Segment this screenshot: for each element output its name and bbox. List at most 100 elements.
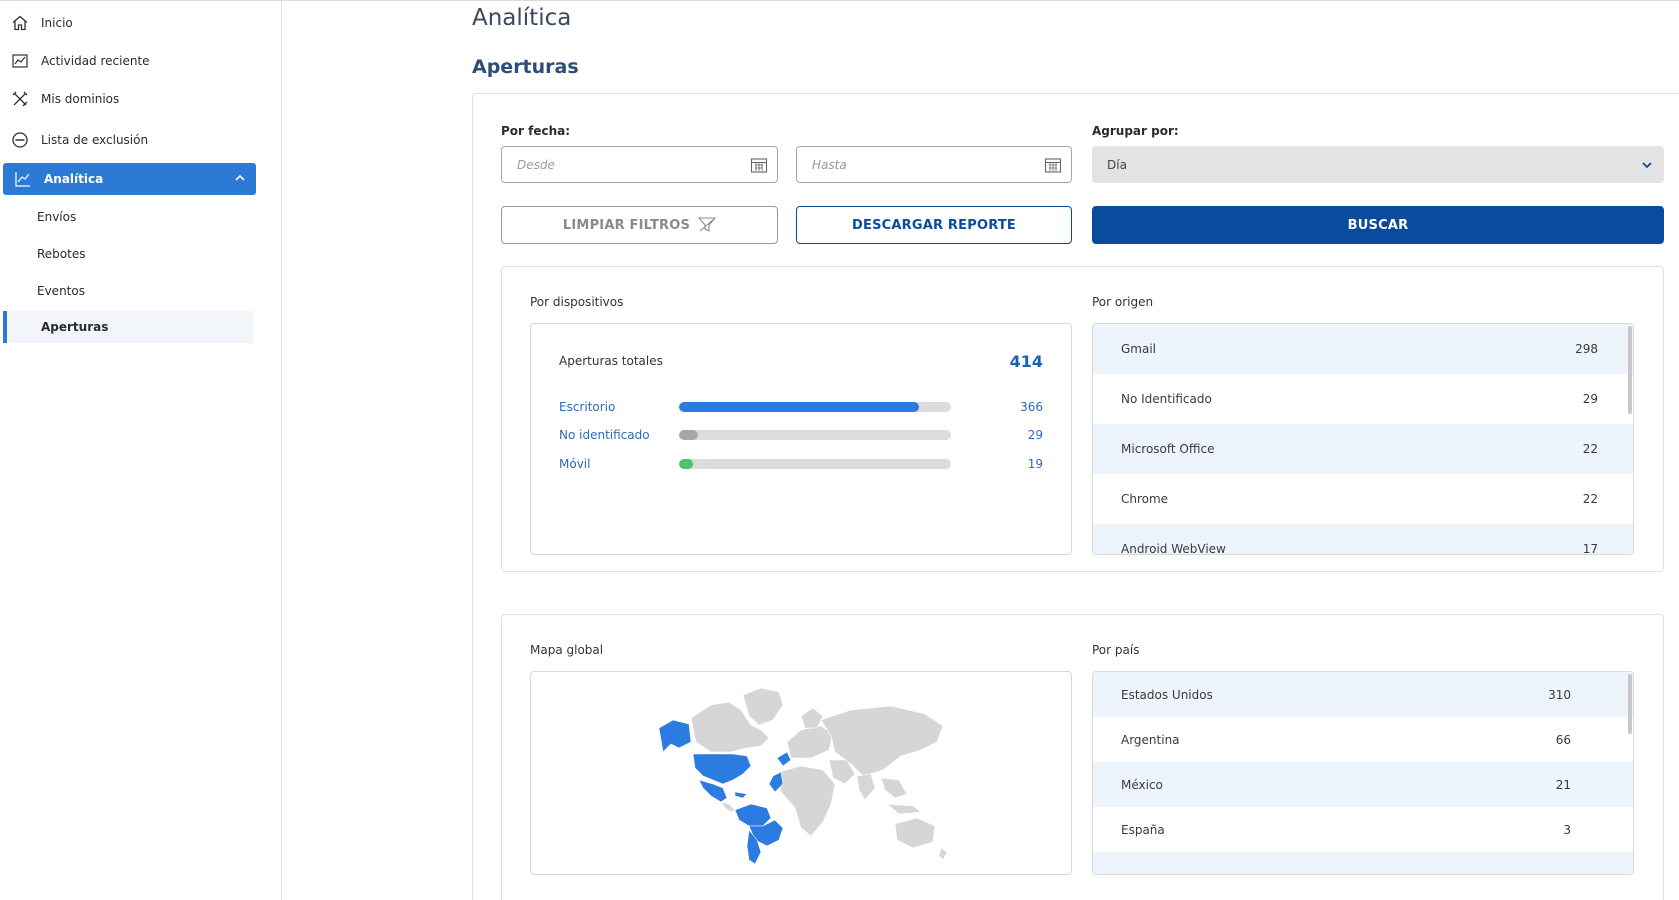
devices-box: Aperturas totales 414 Escritorio 366 No …: [530, 323, 1072, 555]
group-by-select[interactable]: Día: [1092, 146, 1664, 183]
map-region-new-zealand: [938, 847, 948, 861]
map-region-greenland: [742, 687, 784, 726]
list-item: Estados Unidos 310: [1093, 672, 1633, 717]
sidebar-item-exclusion[interactable]: Lista de exclusión: [0, 124, 253, 156]
origin-name: Chrome: [1121, 492, 1169, 506]
chevron-up-icon[interactable]: [234, 172, 246, 187]
device-name: Escritorio: [559, 400, 616, 414]
country-value: 66: [1555, 732, 1571, 747]
calendar-icon[interactable]: [750, 156, 768, 177]
country-list[interactable]: Estados Unidos 310 Argentina 66 México 21 E…: [1092, 671, 1634, 875]
origin-value: 298: [1575, 342, 1598, 356]
devices-origin-card: Por dispositivos Aperturas totales 414 E…: [501, 266, 1664, 572]
origin-value: 17: [1582, 542, 1598, 555]
sidebar-subitem-rebotes[interactable]: Rebotes: [3, 238, 253, 270]
origin-name: Microsoft Office: [1121, 442, 1215, 456]
list-item: Microsoft Office 22: [1093, 424, 1633, 474]
origin-value: 22: [1582, 492, 1598, 506]
sidebar-item-analitica[interactable]: Analítica: [3, 163, 256, 195]
list-item: Argentina 66: [1093, 717, 1633, 762]
world-map[interactable]: [651, 680, 951, 870]
group-by-value: Día: [1107, 157, 1127, 172]
device-bar-track: [679, 402, 951, 412]
country-name: España: [1121, 822, 1165, 837]
sidebar-item-actividad[interactable]: Actividad reciente: [0, 45, 253, 77]
sidebar-item-dominios[interactable]: Mis dominios: [0, 83, 253, 115]
map-region-caribbean: [734, 791, 748, 799]
origin-name: No Identificado: [1121, 392, 1212, 406]
map-region-australia: [894, 817, 936, 849]
map-box: [530, 671, 1072, 875]
map-region-southeast-asia: [880, 777, 908, 799]
home-icon: [9, 12, 31, 34]
device-name: No identificado: [559, 428, 650, 442]
device-bar-fill: [679, 402, 920, 412]
sidebar-item-label: Analítica: [44, 172, 104, 186]
sidebar-subitem-label: Aperturas: [41, 320, 109, 334]
map-region-alaska: [658, 719, 692, 753]
map-region-africa: [778, 765, 836, 837]
sidebar-subitem-eventos[interactable]: Eventos: [3, 275, 253, 307]
total-opens-value: 414: [1009, 352, 1043, 371]
search-label: BUSCAR: [1347, 217, 1409, 233]
device-value: 366: [1020, 400, 1043, 414]
device-bar-track: [679, 459, 951, 469]
block-icon: [9, 129, 31, 151]
page-title: Analítica: [472, 5, 572, 31]
country-value: 21: [1555, 777, 1571, 792]
device-row: No identificado 29: [559, 425, 1043, 445]
activity-icon: [9, 50, 31, 72]
list-item: No Identificado 29: [1093, 374, 1633, 424]
country-name: Estados Unidos: [1121, 687, 1213, 702]
map-region-central-america: [720, 801, 736, 813]
devices-label: Por dispositivos: [530, 295, 624, 309]
origin-label: Por origen: [1092, 295, 1154, 309]
list-item: [1093, 852, 1633, 874]
calendar-icon[interactable]: [1044, 156, 1062, 177]
origin-name: Gmail: [1121, 342, 1157, 356]
origin-value: 22: [1582, 442, 1598, 456]
map-label: Mapa global: [530, 643, 604, 657]
date-to-placeholder: Hasta: [812, 157, 847, 172]
tools-icon: [9, 88, 31, 110]
country-label: Por país: [1092, 643, 1140, 657]
device-bar-fill: [679, 430, 699, 440]
scrollbar[interactable]: [1628, 674, 1632, 734]
origin-name: Android WebView: [1121, 542, 1226, 555]
sidebar-subitem-label: Envíos: [37, 210, 77, 224]
device-bar-track: [679, 430, 951, 440]
map-region-spain: [776, 751, 792, 767]
list-item: México 21: [1093, 762, 1633, 807]
list-item: España 3: [1093, 807, 1633, 852]
chart-line-icon: [12, 168, 34, 190]
sidebar-subitem-envios[interactable]: Envíos: [3, 201, 253, 233]
date-to-field[interactable]: Hasta: [796, 146, 1072, 183]
scrollbar[interactable]: [1628, 326, 1632, 414]
filters-panel: Por fecha: Desde Hasta Agrupar por: Día …: [472, 93, 1679, 900]
search-button[interactable]: BUSCAR: [1092, 206, 1664, 244]
sidebar-subitem-label: Rebotes: [37, 247, 86, 261]
sidebar: Inicio Actividad reciente Mis dominios L…: [0, 1, 282, 900]
map-region-india: [856, 773, 876, 801]
date-from-field[interactable]: Desde: [501, 146, 778, 183]
chevron-down-icon[interactable]: [1640, 158, 1654, 175]
section-title: Aperturas: [472, 56, 579, 78]
date-filter-label: Por fecha:: [501, 124, 571, 138]
download-report-label: DESCARGAR REPORTE: [852, 217, 1016, 233]
map-region-indonesia: [886, 803, 922, 815]
origin-list[interactable]: Gmail 298 No Identificado 29 Microsoft Off…: [1092, 323, 1634, 555]
group-by-label: Agrupar por:: [1092, 124, 1179, 138]
device-row: Móvil 19: [559, 454, 1043, 474]
total-opens-label: Aperturas totales: [559, 354, 663, 368]
device-value: 19: [1027, 457, 1043, 471]
sidebar-item-inicio[interactable]: Inicio: [0, 7, 253, 39]
list-item: Chrome 22: [1093, 474, 1633, 524]
clear-filters-button[interactable]: LIMPIAR FILTROS: [501, 206, 778, 244]
clear-filters-label: LIMPIAR FILTROS: [562, 217, 691, 233]
download-report-button[interactable]: DESCARGAR REPORTE: [796, 206, 1072, 244]
device-bar-fill: [679, 459, 693, 469]
sidebar-subitem-aperturas[interactable]: Aperturas: [3, 311, 253, 343]
country-name: México: [1121, 777, 1163, 792]
sidebar-item-label: Inicio: [41, 16, 73, 30]
map-country-card: Mapa global Por país Estados Unidos 310 …: [501, 614, 1664, 900]
